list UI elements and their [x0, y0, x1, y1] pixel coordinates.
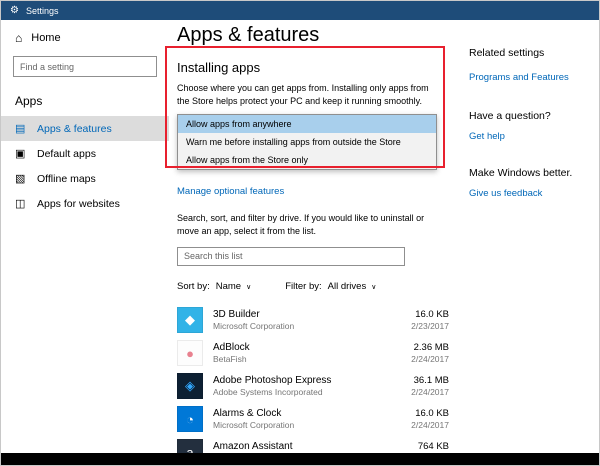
app-name: AdBlock	[213, 342, 411, 353]
filter-by-dropdown[interactable]: All drives ∨	[328, 281, 377, 292]
sort-by-dropdown[interactable]: Name ∨	[216, 281, 251, 292]
app-install-date: 2/24/2017	[411, 420, 449, 430]
app-name: Alarms & Clock	[213, 408, 411, 419]
chevron-down-icon: ∨	[246, 283, 251, 291]
programs-and-features-link[interactable]: Programs and Features	[469, 72, 595, 83]
app-row-alarms-clock[interactable]: ◔ Alarms & Clock Microsoft Corporation 1…	[177, 403, 449, 436]
app-icon: ◔	[177, 406, 203, 432]
filter-by-label: Filter by:	[285, 281, 321, 292]
app-icon: ◆	[177, 307, 203, 333]
installing-apps-description: Choose where you can get apps from. Inst…	[177, 82, 441, 108]
chevron-down-icon: ∨	[371, 283, 376, 291]
app-meta: Adobe Photoshop Express Adobe Systems In…	[203, 375, 411, 397]
app-icon-glyph: ◆	[185, 312, 195, 328]
app-publisher: Microsoft Corporation	[213, 321, 411, 331]
app-icon-glyph: ◈	[185, 378, 195, 394]
sidebar-item-label: Default apps	[37, 148, 96, 160]
filter-by-value: All drives	[328, 281, 367, 292]
sidebar-item-default-apps[interactable]: ▣ Default apps	[1, 141, 169, 166]
app-size-block: 16.0 KB 2/23/2017	[411, 309, 449, 331]
app-size: 16.0 KB	[411, 408, 449, 419]
sidebar: ⌂ Home Apps ▤ Apps & features ▣ Default …	[1, 20, 169, 453]
app-meta: Alarms & Clock Microsoft Corporation	[203, 408, 411, 430]
app-icon: ●	[177, 340, 203, 366]
page-title: Apps & features	[177, 24, 449, 47]
app-list-intro: Search, sort, and filter by drive. If yo…	[177, 212, 441, 238]
home-icon: ⌂	[15, 31, 22, 45]
app-meta: 3D Builder Microsoft Corporation	[203, 309, 411, 331]
have-a-question-heading: Have a question?	[469, 110, 595, 122]
sidebar-item-label: Apps & features	[37, 123, 112, 135]
filter-group: Filter by: All drives ∨	[285, 281, 376, 292]
find-setting-input[interactable]	[13, 56, 157, 77]
sidebar-item-apps-for-websites[interactable]: ◫ Apps for websites	[1, 191, 169, 216]
sidebar-section-header: Apps	[1, 81, 169, 116]
sidebar-item-label: Offline maps	[37, 173, 96, 185]
related-settings-column: Related settings Programs and Features H…	[469, 47, 595, 199]
window-title: Settings	[26, 6, 59, 16]
sort-by-label: Sort by:	[177, 281, 210, 292]
app-list: ◆ 3D Builder Microsoft Corporation 16.0 …	[177, 304, 449, 466]
app-size-block: 2.36 MB 2/24/2017	[411, 342, 449, 364]
app-publisher: BetaFish	[213, 354, 411, 364]
sidebar-item-offline-maps[interactable]: ▧ Offline maps	[1, 166, 169, 191]
app-row-adobe-photoshop-express[interactable]: ◈ Adobe Photoshop Express Adobe Systems …	[177, 370, 449, 403]
find-setting-box	[1, 52, 169, 81]
app-icon: ◈	[177, 373, 203, 399]
apps-websites-icon: ◫	[15, 197, 28, 210]
bottom-black-bar	[1, 453, 599, 465]
titlebar: ⚙ Settings	[1, 1, 599, 20]
dropdown-option-store-only[interactable]: Allow apps from the Store only	[178, 151, 436, 169]
search-list-box	[177, 246, 449, 266]
sidebar-item-home[interactable]: ⌂ Home	[1, 20, 169, 52]
app-name: Adobe Photoshop Express	[213, 375, 411, 386]
app-size: 764 KB	[411, 441, 449, 452]
app-size-block: 36.1 MB 2/24/2017	[411, 375, 449, 397]
app-install-date: 2/24/2017	[411, 354, 449, 364]
sort-by-value: Name	[216, 281, 241, 292]
main-content: Apps & features Installing apps Choose w…	[177, 20, 449, 466]
make-windows-better-heading: Make Windows better.	[469, 167, 595, 179]
app-size: 2.36 MB	[411, 342, 449, 353]
sidebar-item-label: Apps for websites	[37, 198, 120, 210]
install-source-dropdown: Allow apps from anywhere Warn me before …	[177, 114, 437, 170]
sidebar-item-apps-features[interactable]: ▤ Apps & features	[1, 116, 169, 141]
app-size-block: 16.0 KB 2/24/2017	[411, 408, 449, 430]
app-row-3d-builder[interactable]: ◆ 3D Builder Microsoft Corporation 16.0 …	[177, 304, 449, 337]
give-us-feedback-link[interactable]: Give us feedback	[469, 188, 595, 199]
filters-row: Sort by: Name ∨ Filter by: All drives ∨	[177, 281, 449, 292]
get-help-link[interactable]: Get help	[469, 131, 595, 142]
app-install-date: 2/23/2017	[411, 321, 449, 331]
settings-gear-icon: ⚙	[10, 6, 19, 16]
installing-apps-heading: Installing apps	[177, 60, 449, 75]
apps-features-icon: ▤	[15, 122, 28, 135]
manage-optional-features-link[interactable]: Manage optional features	[177, 186, 284, 197]
related-settings-heading: Related settings	[469, 47, 595, 59]
app-install-date: 2/24/2017	[411, 387, 449, 397]
app-publisher: Microsoft Corporation	[213, 420, 411, 430]
dropdown-option-warn-outside-store[interactable]: Warn me before installing apps from outs…	[178, 133, 436, 151]
home-label: Home	[31, 32, 60, 44]
app-size: 16.0 KB	[411, 309, 449, 320]
default-apps-icon: ▣	[15, 147, 28, 160]
app-icon-glyph: ◔	[186, 412, 194, 427]
app-meta: AdBlock BetaFish	[203, 342, 411, 364]
app-size: 36.1 MB	[411, 375, 449, 386]
app-row-adblock[interactable]: ● AdBlock BetaFish 2.36 MB 2/24/2017	[177, 337, 449, 370]
offline-maps-icon: ▧	[15, 172, 28, 185]
app-publisher: Adobe Systems Incorporated	[213, 387, 411, 397]
search-list-input[interactable]	[177, 247, 405, 266]
app-name: Amazon Assistant	[213, 441, 411, 452]
app-icon-glyph: ●	[186, 346, 194, 361]
app-name: 3D Builder	[213, 309, 411, 320]
settings-window: ⚙ Settings ⌂ Home Apps ▤ Apps & features…	[0, 0, 600, 466]
dropdown-option-anywhere[interactable]: Allow apps from anywhere	[178, 115, 436, 133]
